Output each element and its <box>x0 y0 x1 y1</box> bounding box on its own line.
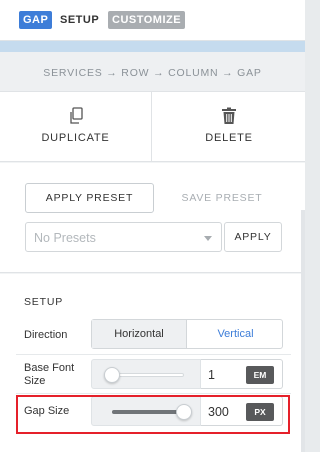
duplicate-button[interactable]: DUPLICATE <box>0 92 152 162</box>
breadcrumb-text: SERVICES → ROW → COLUMN → GAP <box>43 67 262 79</box>
duplicate-icon <box>69 107 83 124</box>
unit-toggle-em[interactable]: EM <box>246 366 274 384</box>
panel-header: GAP SETUP CUSTOMIZE <box>0 0 305 40</box>
save-preset-button[interactable]: SAVE PRESET <box>172 183 272 213</box>
base-font-size-input[interactable]: 1 EM <box>201 359 283 389</box>
direction-horizontal-option[interactable]: Horizontal <box>92 320 187 348</box>
base-font-size-label: Base Font Size <box>24 362 75 387</box>
delete-label: DELETE <box>205 132 253 144</box>
apply-button[interactable]: APPLY <box>224 222 282 252</box>
preset-select-value: No Presets <box>34 231 96 245</box>
preset-select[interactable]: No Presets <box>25 222 222 252</box>
section-title: SETUP <box>24 296 64 308</box>
header-accent-strip <box>0 41 305 52</box>
highlight-box <box>16 395 290 434</box>
tab-setup[interactable]: SETUP <box>60 11 99 29</box>
direction-label: Direction <box>24 329 68 341</box>
direction-vertical-option[interactable]: Vertical <box>188 320 283 348</box>
settings-panel: GAP SETUP CUSTOMIZE SERVICES → ROW → COL… <box>0 0 305 452</box>
delete-button[interactable]: DELETE <box>153 92 305 162</box>
duplicate-label: DUPLICATE <box>41 132 110 144</box>
base-font-size-value: 1 <box>208 368 215 382</box>
tab-customize[interactable]: CUSTOMIZE <box>108 11 186 29</box>
module-actions: DUPLICATE DELETE <box>0 92 305 162</box>
row-divider <box>16 393 291 394</box>
scrollbar-gutter <box>301 210 305 452</box>
chevron-down-icon <box>204 236 212 241</box>
breadcrumb: SERVICES → ROW → COLUMN → GAP <box>0 52 305 92</box>
presets-section: APPLY PRESET SAVE PRESET No Presets APPL… <box>0 163 305 273</box>
direction-toggle: Horizontal Vertical <box>91 319 283 349</box>
slider-handle[interactable] <box>104 367 120 383</box>
apply-preset-button[interactable]: APPLY PRESET <box>25 183 154 213</box>
base-font-size-slider[interactable] <box>91 359 201 389</box>
module-badge: GAP <box>19 11 53 29</box>
trash-icon <box>222 107 236 124</box>
slider-track <box>112 373 184 377</box>
row-divider <box>16 354 291 355</box>
